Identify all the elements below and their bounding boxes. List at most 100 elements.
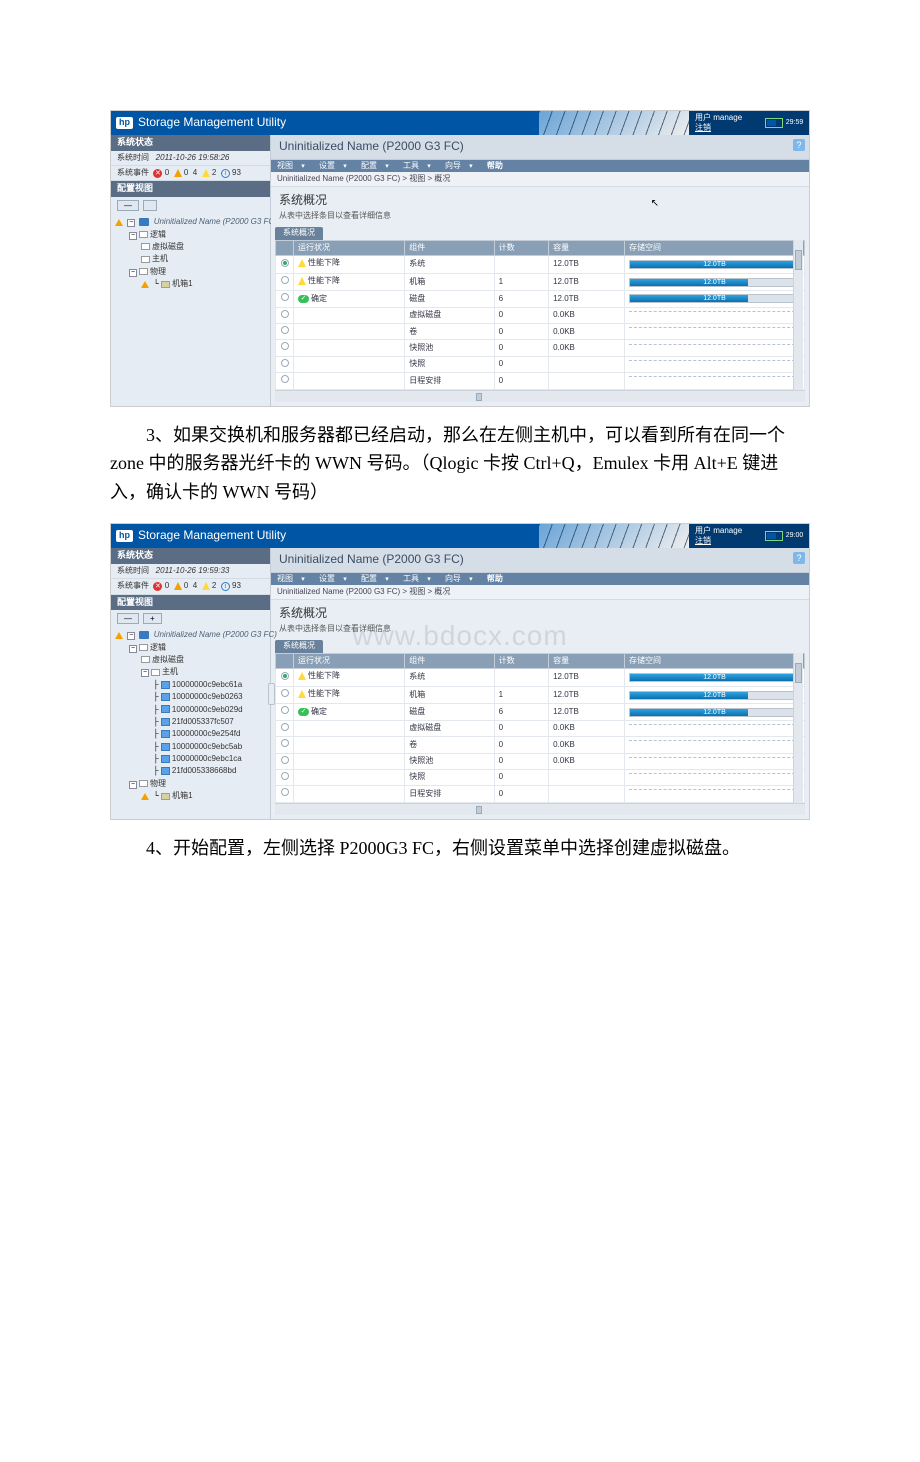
tree-host[interactable]: −主机 [115,666,266,678]
minus-icon[interactable]: − [127,219,135,227]
table-row[interactable]: 日程安排0 [276,786,805,802]
table-row[interactable]: 虚拟磁盘00.0KB [276,720,805,736]
row-radio[interactable] [281,706,289,714]
tree-host-item[interactable]: ├ 10000000c9e254fd [115,728,266,740]
vertical-scrollbar[interactable] [793,240,803,390]
horizontal-scrollbar[interactable] [275,390,805,402]
menu-view[interactable]: 视图 ▾ [277,161,311,170]
tree-host-item[interactable]: ├ 10000000c9ebc61a [115,679,266,691]
table-row[interactable]: 卷00.0KB [276,737,805,753]
logout-link[interactable]: 注销 [695,536,711,545]
tree-host-item[interactable]: ├ 10000000c9eb029d [115,704,266,716]
minus-icon[interactable]: − [129,269,137,277]
menu-config[interactable]: 配置 ▾ [361,161,395,170]
col-health[interactable]: 运行状况 [294,653,405,668]
row-radio[interactable] [281,672,289,680]
tree-host-item[interactable]: ├ 10000000c9eb0263 [115,691,266,703]
minus-icon[interactable]: − [129,781,137,789]
table-row[interactable]: 日程安排0 [276,373,805,389]
overview-tab[interactable]: 系统概况 [275,227,323,239]
tree-vdisk[interactable]: 虚拟磁盘 [115,241,266,253]
help-icon[interactable]: ? [793,139,805,151]
help-icon[interactable]: ? [793,552,805,564]
col-capacity[interactable]: 容量 [549,240,625,255]
tree-physical[interactable]: −物理 [115,778,266,790]
menu-help[interactable]: 帮助 [487,574,503,583]
tree-logic[interactable]: −逻辑 [115,642,266,654]
col-space[interactable]: 存储空间 [625,653,805,668]
row-radio[interactable] [281,739,289,747]
row-radio[interactable] [281,375,289,383]
tree-host-item[interactable]: ├ 10000000c9ebc1ca [115,753,266,765]
table-row[interactable]: 快照池00.0KB [276,753,805,769]
table-row[interactable]: 快照0 [276,769,805,785]
table-row[interactable]: 确定磁盘612.0TB12.0TB [276,291,805,307]
row-radio[interactable] [281,788,289,796]
tree-host-item[interactable]: ├ 21fd005337fc507 [115,716,266,728]
menu-wizard[interactable]: 向导 ▾ [445,161,479,170]
tree-physical[interactable]: −物理 [115,266,266,278]
col-count[interactable]: 计数 [494,653,549,668]
menu-provision[interactable]: 设置 ▾ [319,161,353,170]
menu-tools[interactable]: 工具 ▾ [403,161,437,170]
device-title: Uninitialized Name (P2000 G3 FC) ? [271,135,809,160]
horizontal-scrollbar[interactable] [275,803,805,815]
row-radio[interactable] [281,259,289,267]
tree-enclosure[interactable]: └ 机箱1 [115,278,266,290]
table-row[interactable]: 性能下降系统12.0TB12.0TB [276,256,805,274]
tree-host[interactable]: 主机 [115,253,266,265]
menu-tools[interactable]: 工具 ▾ [403,574,437,583]
overview-tab[interactable]: 系统概况 [275,640,323,652]
menu-view[interactable]: 视图 ▾ [277,574,311,583]
row-radio[interactable] [281,326,289,334]
system-events-row[interactable]: 系统事件 ✕ 0 0 4 2 i 93 [111,579,270,594]
menu-wizard[interactable]: 向导 ▾ [445,574,479,583]
row-radio[interactable] [281,359,289,367]
system-events-row[interactable]: 系统事件 ✕ 0 0 4 2 i 93 [111,166,270,181]
tree-host-item[interactable]: ├ 10000000c9ebc5ab [115,741,266,753]
table-row[interactable]: 性能下降机箱112.0TB12.0TB [276,686,805,704]
warning-icon [115,219,123,226]
tree-enclosure[interactable]: └ 机箱1 [115,790,266,802]
row-radio[interactable] [281,772,289,780]
col-health[interactable]: 运行状况 [294,240,405,255]
tree-host-item[interactable]: ├ 21fd005338668bd [115,765,266,777]
table-row[interactable]: 性能下降系统12.0TB12.0TB [276,669,805,687]
table-row[interactable]: 性能下降机箱112.0TB12.0TB [276,273,805,291]
table-row[interactable]: 确定磁盘612.0TB12.0TB [276,704,805,720]
collapse-all-button[interactable]: — [117,200,139,211]
row-radio[interactable] [281,293,289,301]
minus-icon[interactable]: − [127,632,135,640]
table-row[interactable]: 虚拟磁盘00.0KB [276,307,805,323]
row-radio[interactable] [281,756,289,764]
vertical-scrollbar[interactable] [793,653,803,803]
minus-icon[interactable]: − [141,669,149,677]
row-radio[interactable] [281,276,289,284]
table-row[interactable]: 快照0 [276,356,805,372]
logout-link[interactable]: 注销 [695,123,711,132]
col-space[interactable]: 存储空间 [625,240,805,255]
row-radio[interactable] [281,310,289,318]
collapse-all-button[interactable]: — [117,613,139,624]
row-radio[interactable] [281,689,289,697]
chevron-down-icon: ▾ [343,576,347,583]
expand-all-button[interactable] [143,200,157,211]
col-component[interactable]: 组件 [405,240,494,255]
minus-icon[interactable]: − [129,645,137,653]
tree-root[interactable]: − Uninitialized Name (P2000 G3 FC) [115,216,266,228]
col-count[interactable]: 计数 [494,240,549,255]
menu-config[interactable]: 配置 ▾ [361,574,395,583]
row-radio[interactable] [281,723,289,731]
tree-root[interactable]: − Uninitialized Name (P2000 G3 FC) [115,629,266,641]
table-row[interactable]: 卷00.0KB [276,324,805,340]
menu-help[interactable]: 帮助 [487,161,503,170]
table-row[interactable]: 快照池00.0KB [276,340,805,356]
row-radio[interactable] [281,342,289,350]
menu-provision[interactable]: 设置 ▾ [319,574,353,583]
tree-logic[interactable]: −逻辑 [115,229,266,241]
tree-vdisk[interactable]: 虚拟磁盘 [115,654,266,666]
minus-icon[interactable]: − [129,232,137,240]
col-capacity[interactable]: 容量 [549,653,625,668]
col-component[interactable]: 组件 [405,653,494,668]
expand-all-button[interactable]: + [143,613,162,624]
